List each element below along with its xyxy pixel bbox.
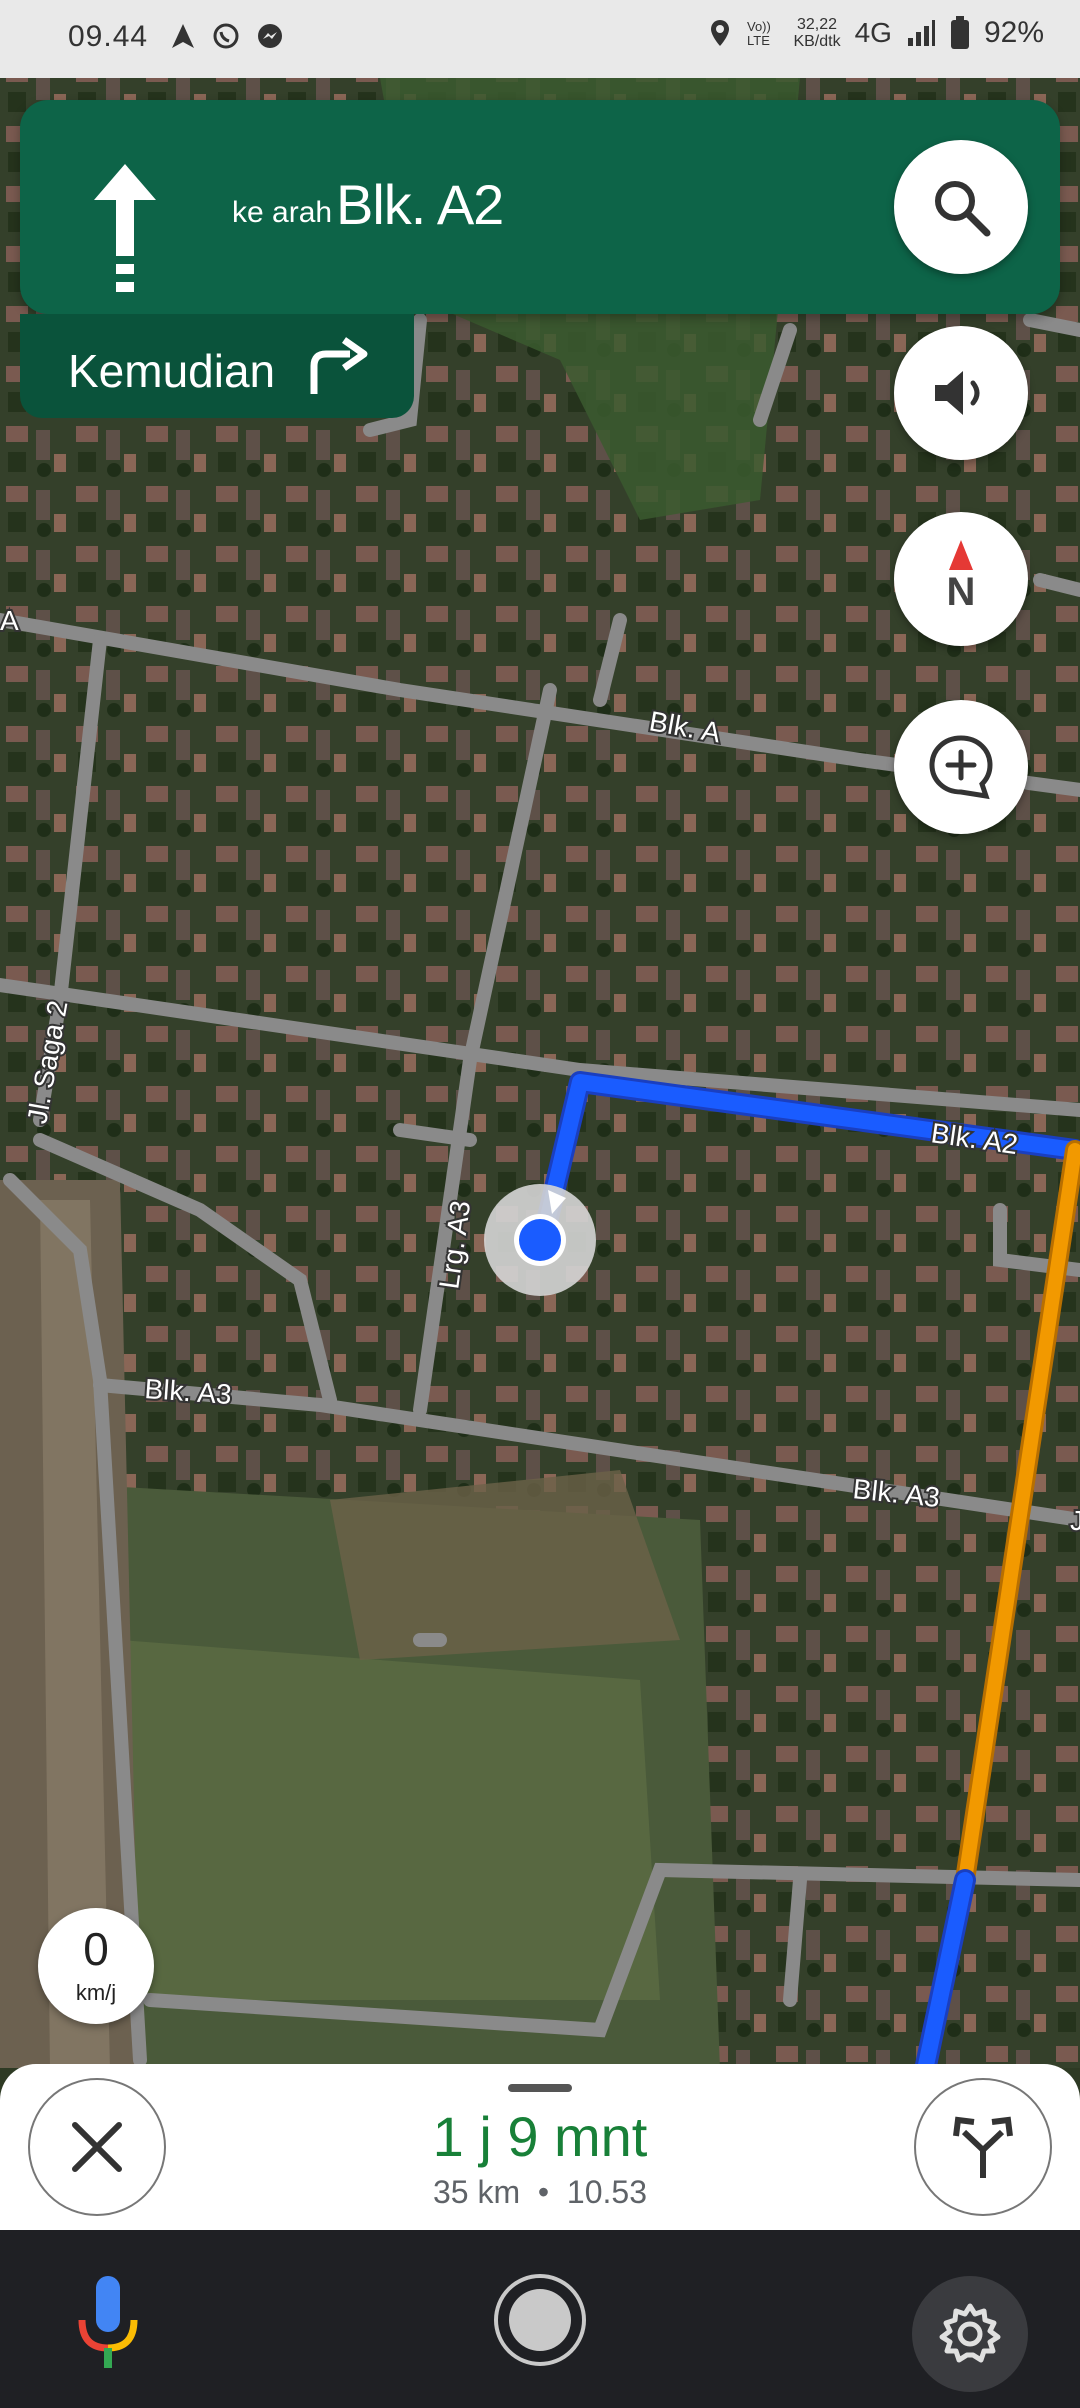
turn-right-icon xyxy=(310,337,368,394)
trip-panel[interactable]: 1 j 9 mnt 35 km • 10.53 xyxy=(0,2064,1080,2230)
network-speed: 32,22 KB/dtk xyxy=(793,16,840,50)
then-label: Kemudian xyxy=(68,345,276,397)
microphone-icon[interactable] xyxy=(76,2276,140,2370)
navigation-icon xyxy=(172,24,194,48)
speed-unit: km/j xyxy=(75,1980,117,2005)
settings-button[interactable] xyxy=(912,2276,1028,2392)
whatsapp-icon xyxy=(213,23,239,49)
gear-icon xyxy=(939,2303,1001,2363)
mute-button[interactable] xyxy=(894,326,1028,460)
current-location-marker xyxy=(484,1184,596,1296)
arrival-time: 10.53 xyxy=(566,2174,647,2210)
status-notification-icons xyxy=(170,22,284,50)
compass-north-label: N xyxy=(946,570,976,614)
trip-separator: • xyxy=(537,2174,550,2210)
network-speed-value: 32,22 xyxy=(797,16,838,33)
route-options-icon xyxy=(953,2116,1013,2178)
toward-prefix: ke arah xyxy=(232,196,333,229)
svg-text:Vo)): Vo)) xyxy=(747,19,771,34)
volte-icon: Vo))LTE xyxy=(747,19,771,48)
network-type: 4G xyxy=(854,17,892,48)
search-button[interactable] xyxy=(894,140,1028,274)
compass-button[interactable]: N xyxy=(894,512,1028,646)
then-card[interactable]: Kemudian xyxy=(20,314,414,418)
drag-handle[interactable] xyxy=(508,2084,572,2092)
compass-icon xyxy=(949,540,973,570)
network-speed-unit: KB/dtk xyxy=(793,33,841,50)
svg-text:LTE: LTE xyxy=(747,33,770,48)
road-label-j-edge: J xyxy=(1070,1505,1080,1536)
road-label-blk-a3-west: Blk. A3 xyxy=(144,1373,233,1410)
trip-distance: 35 km xyxy=(433,2174,521,2210)
battery-percent: 92% xyxy=(983,16,1044,49)
status-right: Vo)) LTE 32,22 KB/dtk 4G 92% xyxy=(709,16,1044,50)
signal-icon xyxy=(907,20,935,46)
home-button[interactable] xyxy=(494,2274,586,2366)
home-button-inner xyxy=(509,2289,571,2351)
add-report-button[interactable] xyxy=(894,700,1028,834)
speed-value: 0 xyxy=(83,1923,109,1975)
add-report-icon xyxy=(929,735,993,800)
status-time: 09.44 xyxy=(68,20,149,53)
road-label-a-edge: A xyxy=(0,605,19,636)
messenger-icon xyxy=(258,24,282,48)
alternate-routes-button[interactable] xyxy=(914,2078,1052,2216)
speedometer: 0 km/j xyxy=(38,1908,154,2024)
status-bar: 09.44 Vo)) LTE 32,22 KB/dtk 4G 92% xyxy=(0,0,1080,78)
navigation-bottom-bar xyxy=(0,2230,1080,2408)
trip-details: 35 km • 10.53 xyxy=(0,2174,1080,2211)
straight-arrow-icon xyxy=(94,164,156,292)
battery-icon xyxy=(950,16,969,49)
search-icon xyxy=(935,181,991,237)
location-icon xyxy=(711,20,730,46)
next-street: Blk. A2 xyxy=(336,173,504,236)
volume-icon xyxy=(935,371,980,415)
